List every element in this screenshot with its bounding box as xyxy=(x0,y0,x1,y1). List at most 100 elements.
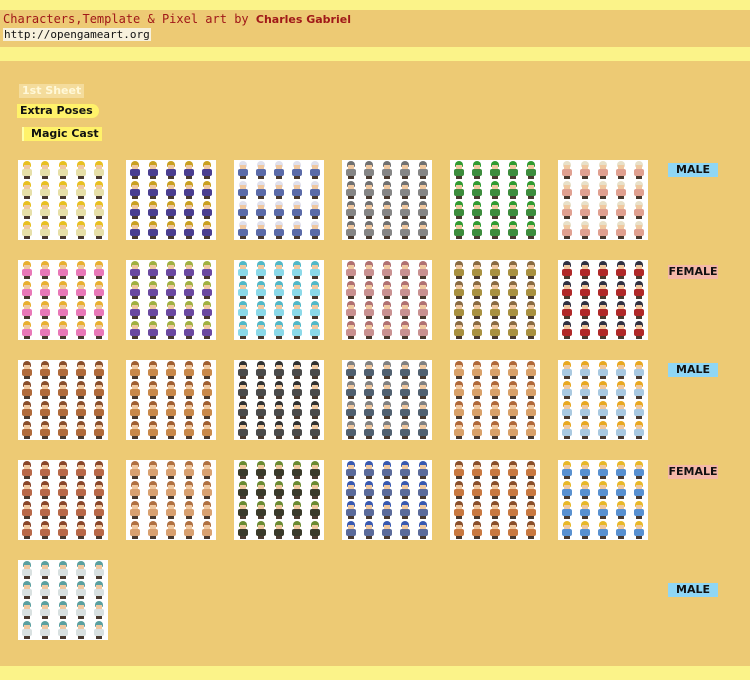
sprite-sheet[interactable] xyxy=(558,460,648,540)
sprite-sheet[interactable] xyxy=(126,260,216,340)
sprite-sheet[interactable] xyxy=(126,360,216,440)
character-sprite xyxy=(504,420,522,440)
sprite-sheet[interactable] xyxy=(234,460,324,540)
character-sprite xyxy=(306,320,324,340)
sprite-sheet[interactable] xyxy=(18,160,108,240)
character-sprite xyxy=(594,460,612,480)
sprite-sheet[interactable] xyxy=(450,460,540,540)
nav-1st-sheet[interactable]: 1st Sheet xyxy=(19,84,85,98)
sprite-sheet[interactable] xyxy=(342,360,432,440)
character-sprite xyxy=(594,520,612,540)
character-sprite xyxy=(144,360,162,380)
character-sprite xyxy=(54,200,72,220)
character-sprite xyxy=(36,520,54,540)
sprite-sheet[interactable] xyxy=(234,160,324,240)
character-sprite xyxy=(558,220,576,240)
character-sprite xyxy=(270,480,288,500)
character-sprite xyxy=(144,280,162,300)
character-sprite xyxy=(594,400,612,420)
sprite-sheet[interactable] xyxy=(126,460,216,540)
sprite-sheet[interactable] xyxy=(450,260,540,340)
character-sprite xyxy=(396,520,414,540)
character-sprite xyxy=(180,160,198,180)
character-sprite xyxy=(270,520,288,540)
character-sprite xyxy=(252,260,270,280)
sprite-sheet[interactable] xyxy=(342,460,432,540)
sprite-sheet[interactable] xyxy=(558,260,648,340)
character-sprite xyxy=(270,200,288,220)
nav-extra-poses[interactable]: Extra Poses xyxy=(17,104,99,118)
character-sprite xyxy=(396,300,414,320)
character-sprite xyxy=(594,200,612,220)
character-sprite xyxy=(252,200,270,220)
character-sprite xyxy=(126,220,144,240)
sprite-sheet[interactable] xyxy=(450,160,540,240)
character-sprite xyxy=(54,600,72,620)
sprite-sheet[interactable] xyxy=(126,160,216,240)
character-sprite xyxy=(414,300,432,320)
gender-label: MALE xyxy=(668,163,718,177)
character-sprite xyxy=(72,360,90,380)
character-sprite xyxy=(126,160,144,180)
character-sprite xyxy=(342,300,360,320)
character-sprite xyxy=(72,480,90,500)
character-sprite xyxy=(126,200,144,220)
character-sprite xyxy=(288,160,306,180)
character-sprite xyxy=(54,620,72,640)
sprite-sheet[interactable] xyxy=(234,360,324,440)
character-sprite xyxy=(558,360,576,380)
character-sprite xyxy=(468,380,486,400)
sprite-sheet[interactable] xyxy=(450,360,540,440)
character-sprite xyxy=(126,380,144,400)
character-sprite xyxy=(18,360,36,380)
character-sprite xyxy=(306,280,324,300)
character-sprite xyxy=(198,300,216,320)
character-sprite xyxy=(90,500,108,520)
character-sprite xyxy=(36,200,54,220)
character-sprite xyxy=(234,500,252,520)
sprite-sheet[interactable] xyxy=(18,460,108,540)
character-sprite xyxy=(36,360,54,380)
character-sprite xyxy=(396,360,414,380)
character-sprite xyxy=(396,400,414,420)
gender-label: MALE xyxy=(668,583,718,597)
character-sprite xyxy=(468,460,486,480)
character-sprite xyxy=(396,500,414,520)
character-sprite xyxy=(306,520,324,540)
character-sprite xyxy=(378,360,396,380)
character-sprite xyxy=(306,260,324,280)
sprite-sheet[interactable] xyxy=(342,260,432,340)
character-sprite xyxy=(450,420,468,440)
sprite-sheet[interactable] xyxy=(18,360,108,440)
character-sprite xyxy=(576,280,594,300)
character-sprite xyxy=(522,200,540,220)
top-band xyxy=(0,0,750,10)
character-sprite xyxy=(414,180,432,200)
character-sprite xyxy=(360,160,378,180)
character-sprite xyxy=(270,360,288,380)
character-sprite xyxy=(504,160,522,180)
character-sprite xyxy=(342,180,360,200)
character-sprite xyxy=(486,520,504,540)
character-sprite xyxy=(72,280,90,300)
character-sprite xyxy=(504,480,522,500)
character-sprite xyxy=(198,220,216,240)
character-sprite xyxy=(486,320,504,340)
nav-magic-cast[interactable]: Magic Cast xyxy=(22,127,102,141)
sprite-sheet[interactable] xyxy=(342,160,432,240)
character-sprite xyxy=(450,180,468,200)
character-sprite xyxy=(72,320,90,340)
sprite-sheet[interactable] xyxy=(18,560,108,640)
character-sprite xyxy=(414,400,432,420)
character-sprite xyxy=(378,320,396,340)
sprite-sheet[interactable] xyxy=(558,360,648,440)
sprite-sheet[interactable] xyxy=(558,160,648,240)
character-sprite xyxy=(144,400,162,420)
sprite-sheet[interactable] xyxy=(234,260,324,340)
character-sprite xyxy=(558,160,576,180)
character-sprite xyxy=(288,520,306,540)
sprite-sheet[interactable] xyxy=(18,260,108,340)
character-sprite xyxy=(486,380,504,400)
character-sprite xyxy=(522,320,540,340)
character-sprite xyxy=(612,200,630,220)
